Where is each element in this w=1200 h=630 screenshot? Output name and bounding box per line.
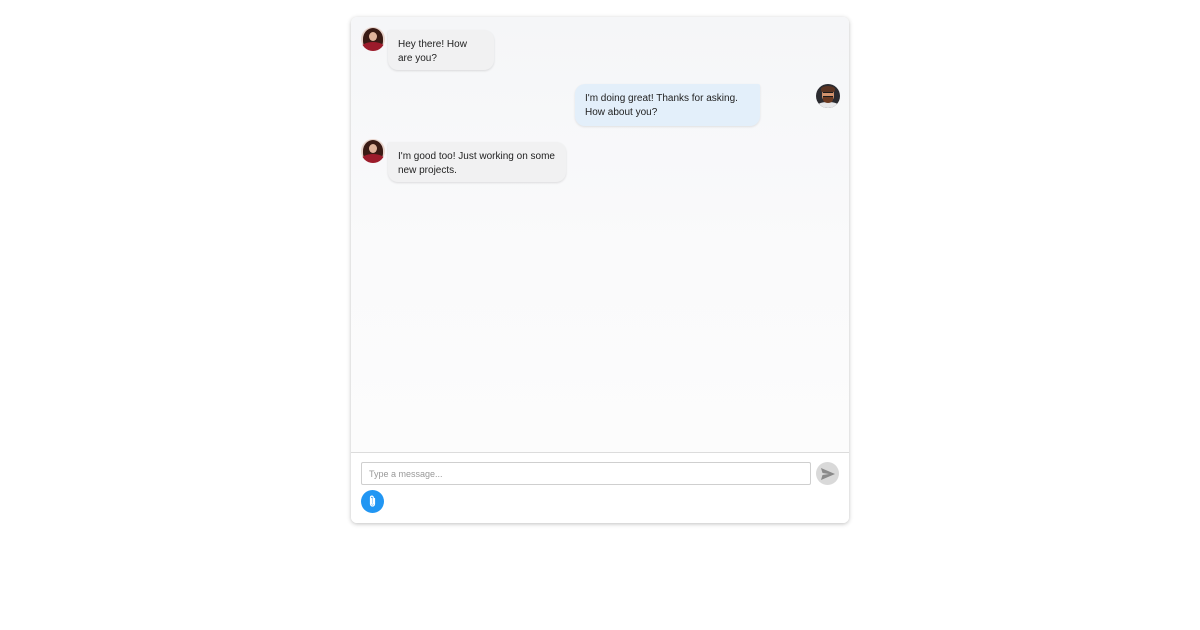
send-icon xyxy=(821,468,835,480)
user-avatar xyxy=(816,84,840,108)
attach-button[interactable] xyxy=(361,490,384,513)
message-text: Hey there! How are you? xyxy=(398,39,467,64)
message-bubble-outgoing: I'm doing great! Thanks for asking. How … xyxy=(575,84,760,126)
message-list[interactable]: Hey there! How are you? I'm doing great!… xyxy=(351,17,849,452)
message-bubble-incoming: Hey there! How are you? xyxy=(388,30,494,70)
contact-avatar xyxy=(361,27,385,51)
message-text: I'm good too! Just working on some new p… xyxy=(398,151,555,176)
message-composer xyxy=(351,453,849,523)
message-input[interactable] xyxy=(361,462,811,485)
message-text: I'm doing great! Thanks for asking. How … xyxy=(585,93,738,118)
contact-avatar xyxy=(361,139,385,163)
message-bubble-incoming: I'm good too! Just working on some new p… xyxy=(388,142,566,182)
chat-window: Hey there! How are you? I'm doing great!… xyxy=(351,17,849,523)
paperclip-icon xyxy=(369,495,376,507)
send-button[interactable] xyxy=(816,462,839,485)
